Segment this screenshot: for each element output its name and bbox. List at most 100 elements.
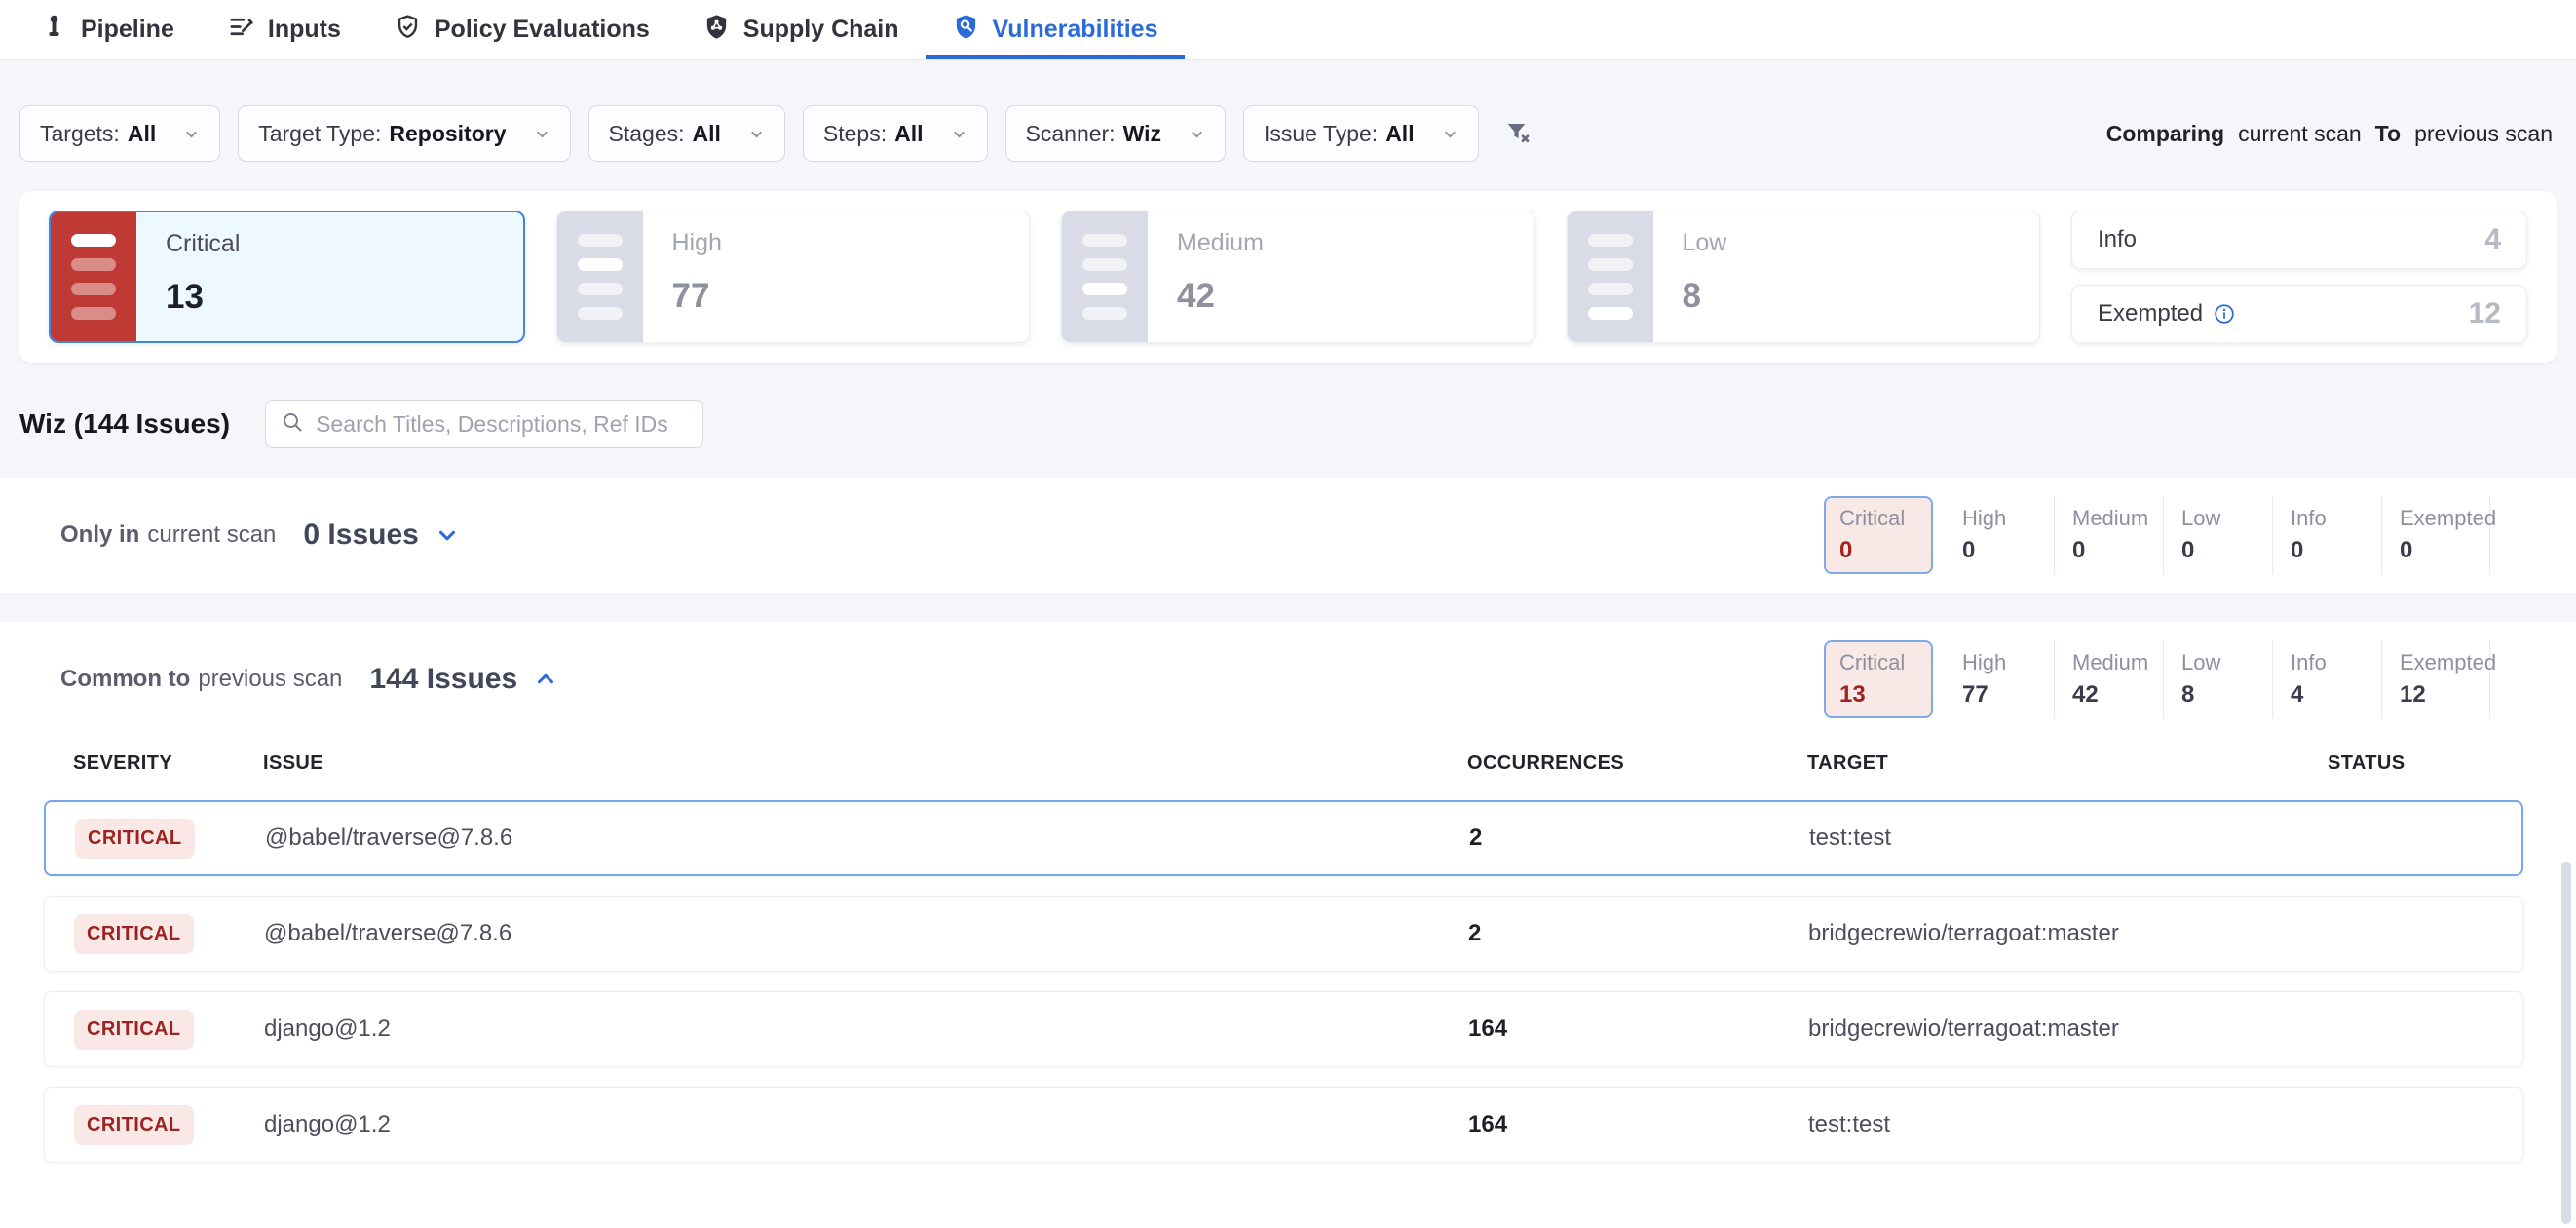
chip-low[interactable]: Low 8 [2163,640,2272,718]
tab-supply-chain[interactable]: Supply Chain [676,0,926,59]
occurrences-cell: 164 [1468,1016,1808,1043]
filter-value: All [128,121,156,147]
occurrences-cell: 164 [1468,1111,1808,1138]
section-divider [0,593,2576,622]
search-icon [281,410,304,439]
filter-label: Steps: [823,121,887,147]
section-label: Common toprevious scan [60,666,342,693]
side-card-label: Exempted [2098,300,2203,327]
table-row[interactable]: CRITICAL @babel/traverse@7.8.6 2 test:te… [44,800,2523,876]
severity-card-info[interactable]: Info 4 [2071,211,2527,269]
search-box[interactable] [265,400,703,448]
issue-cell: django@1.2 [264,1111,1468,1138]
only-in-current-scan-section: Only incurrent scan 0 Issues Critical 0 … [0,478,2576,593]
severity-card-exempted[interactable]: Exempted 12 [2071,285,2527,343]
filter-label: Target Type: [258,121,381,147]
policy-evaluations-icon [394,13,422,48]
supply-chain-icon [702,13,731,48]
severity-badge: CRITICAL [74,1105,194,1145]
chip-high[interactable]: High 0 [1945,496,2054,574]
chevron-down-icon [1442,126,1458,142]
tab-vulnerabilities[interactable]: Vulnerabilities [926,0,1185,59]
filter-value: All [693,121,721,147]
pipeline-icon [40,13,68,48]
column-status: STATUS [2328,752,2523,775]
severity-badge: CRITICAL [74,914,194,954]
column-occurrences: OCCURRENCES [1467,752,1807,775]
content-band: Targets:All Target Type:Repository Stage… [0,60,2576,478]
tab-pipeline[interactable]: Pipeline [14,0,201,59]
tab-policy-evaluations[interactable]: Policy Evaluations [367,0,676,59]
chip-medium[interactable]: Medium 42 [2054,640,2163,718]
filter-value: All [894,121,923,147]
severity-card-count: 13 [166,278,240,317]
vertical-scrollbar[interactable] [2561,862,2571,1224]
issue-cell: django@1.2 [264,1016,1468,1043]
section-issue-count: 0 Issues [303,518,418,552]
filter-targets[interactable]: Targets:All [19,105,220,162]
chevron-down-icon[interactable] [435,522,460,548]
chevron-down-icon [748,126,765,142]
search-input[interactable] [316,411,688,438]
severity-card-low[interactable]: Low 8 [1567,211,2041,343]
chip-high[interactable]: High 77 [1945,640,2054,718]
clear-filters-icon[interactable] [1504,119,1534,148]
severity-card-count: 77 [672,277,722,316]
section-label: Only incurrent scan [60,521,276,549]
severity-summary-panel: Critical 13 High 77 Medium 4 [19,191,2557,363]
filter-target-type[interactable]: Target Type:Repository [238,105,570,162]
target-cell: test:test [1809,825,2330,852]
scanner-row: Wiz (144 Issues) [0,400,2576,448]
severity-card-high[interactable]: High 77 [556,211,1031,343]
common-to-previous-scan-section: Common toprevious scan 144 Issues Critic… [0,622,2576,1192]
severity-chips: Critical 13 High 77 Medium 42 Low 8 Info [1824,640,2490,718]
chevron-up-icon[interactable] [533,667,558,692]
occurrences-cell: 2 [1468,920,1808,947]
tab-inputs[interactable]: Inputs [201,0,367,59]
severity-level-icon [1568,211,1653,342]
filter-stages[interactable]: Stages: All [588,105,785,162]
chip-info[interactable]: Info 0 [2272,496,2381,574]
filter-scanner[interactable]: Scanner:Wiz [1005,105,1226,162]
severity-card-critical[interactable]: Critical 13 [49,211,525,343]
chip-info[interactable]: Info 4 [2272,640,2381,718]
issues-table: SEVERITY ISSUE OCCURRENCES TARGET STATUS… [44,737,2523,1192]
chevron-down-icon [1189,126,1205,142]
section-issue-count: 144 Issues [369,663,517,696]
target-cell: bridgecrewio/terragoat:master [1808,1016,2329,1043]
chip-exempted[interactable]: Exempted 0 [2381,496,2490,574]
chip-critical[interactable]: Critical 0 [1824,496,1933,574]
chevron-down-icon [183,126,200,142]
table-row[interactable]: CRITICAL django@1.2 164 bridgecrewio/ter… [44,991,2523,1067]
target-cell: bridgecrewio/terragoat:master [1808,920,2329,947]
filter-label: Stages: [609,121,685,147]
tab-label: Pipeline [81,16,174,44]
severity-card-count: 8 [1683,277,1727,316]
column-severity: SEVERITY [73,752,263,775]
inputs-icon [227,13,255,48]
side-card-count: 12 [2469,297,2501,330]
severity-badge: CRITICAL [74,1010,194,1050]
side-card-count: 4 [2484,223,2501,256]
side-card-label: Info [2098,226,2137,253]
filter-steps[interactable]: Steps: All [803,105,988,162]
info-icon[interactable] [2214,303,2235,325]
chip-medium[interactable]: Medium 0 [2054,496,2163,574]
chevron-down-icon [951,126,967,142]
filter-label: Scanner: [1026,121,1116,147]
table-row[interactable]: CRITICAL @babel/traverse@7.8.6 2 bridgec… [44,896,2523,972]
chevron-down-icon [534,126,550,142]
target-cell: test:test [1808,1111,2329,1138]
severity-card-label: High [672,229,722,257]
severity-card-medium[interactable]: Medium 42 [1061,211,1535,343]
tab-label: Policy Evaluations [435,16,650,44]
chip-critical[interactable]: Critical 13 [1824,640,1933,718]
chip-exempted[interactable]: Exempted 12 [2381,640,2490,718]
severity-level-icon [557,211,643,342]
severity-level-icon [1062,211,1148,342]
tab-label: Supply Chain [743,16,899,44]
table-header: SEVERITY ISSUE OCCURRENCES TARGET STATUS [44,737,2523,800]
filter-issue-type[interactable]: Issue Type:All [1243,105,1479,162]
table-row[interactable]: CRITICAL django@1.2 164 test:test [44,1087,2523,1163]
chip-low[interactable]: Low 0 [2163,496,2272,574]
